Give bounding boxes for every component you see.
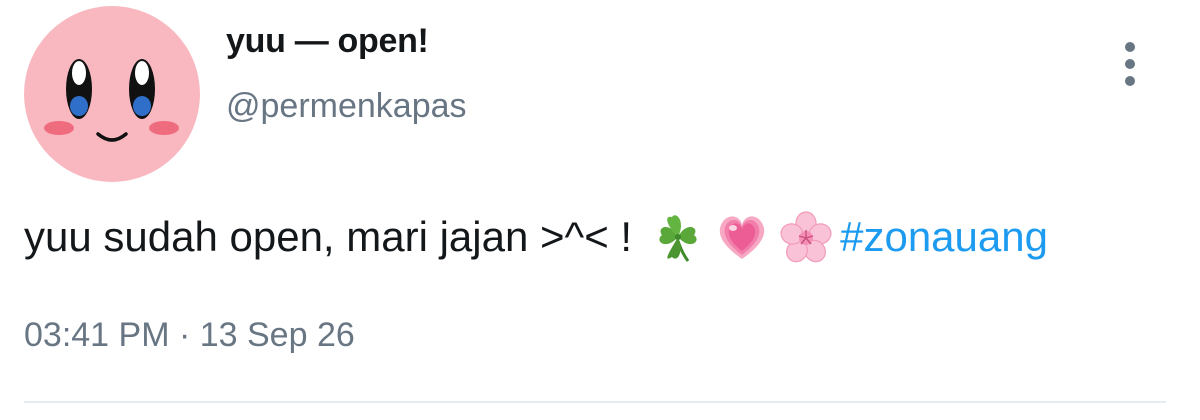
user-handle[interactable]: @permenkapas (226, 87, 467, 126)
divider (24, 401, 1166, 403)
four-leaf-clover-icon (652, 211, 704, 263)
timestamp[interactable]: 03:41 PM · 13 Sep 26 (24, 316, 355, 355)
growing-heart-icon (716, 211, 768, 263)
more-options-button[interactable] (1112, 38, 1148, 90)
avatar[interactable] (24, 6, 200, 182)
kirby-face-icon (24, 6, 200, 182)
tweet-body: yuu sudah open, mari jajan >^< ! #zonaua… (24, 208, 1048, 266)
hashtag-link[interactable]: #zonauang (840, 208, 1048, 266)
tweet-card: yuu — open! @permenkapas yuu sudah open,… (0, 0, 1200, 420)
cherry-blossom-icon (780, 211, 832, 263)
display-name[interactable]: yuu — open! (226, 22, 429, 61)
more-vertical-icon (1125, 42, 1135, 86)
tweet-text: yuu sudah open, mari jajan >^< ! (24, 213, 633, 260)
